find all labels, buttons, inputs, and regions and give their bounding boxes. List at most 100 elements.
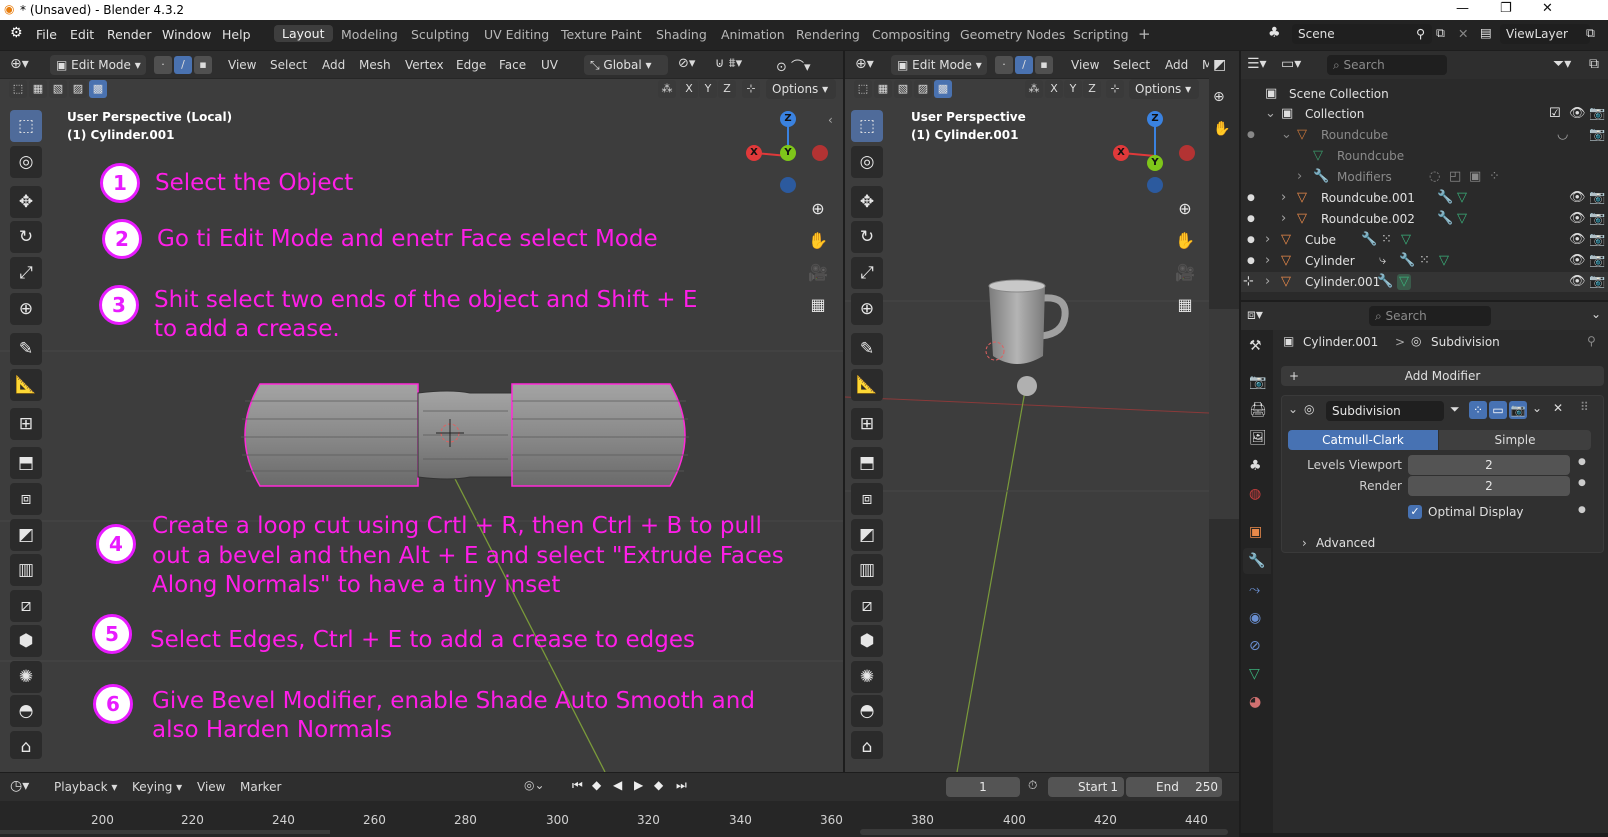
spin-tool-icon[interactable]: ✺: [10, 661, 42, 693]
visibility-eye-icon[interactable]: 👁: [1569, 253, 1586, 269]
tab-shading[interactable]: Shading: [656, 27, 707, 42]
filter-icon[interactable]: ⏷▾: [1553, 56, 1571, 72]
render-camera-icon[interactable]: 📷: [1589, 274, 1605, 290]
sidebar-tab-icon[interactable]: ◩: [1213, 57, 1226, 73]
blender-menu-icon[interactable]: ⚙: [10, 25, 23, 41]
render-camera-icon[interactable]: 📷: [1589, 253, 1605, 269]
right-measure-tool-icon[interactable]: 📐: [851, 369, 883, 401]
right-knife-tool-icon[interactable]: ⧄: [851, 590, 883, 622]
menu-file[interactable]: File: [36, 27, 57, 42]
bevel-tool-icon[interactable]: ◩: [10, 519, 42, 551]
timeline-menu-playback[interactable]: Playback ▾: [54, 780, 117, 794]
timeline-editor-icon[interactable]: ◷▾: [10, 778, 29, 794]
right-pan-hand-icon[interactable]: ✋: [1171, 227, 1199, 255]
tab-sculpting[interactable]: Sculpting: [411, 27, 469, 42]
simple-button[interactable]: Simple: [1439, 430, 1591, 450]
object-tab-icon[interactable]: ▣: [1249, 524, 1262, 540]
shear-tool-icon[interactable]: ⌂: [10, 731, 42, 759]
play-icon[interactable]: ▶: [634, 778, 643, 792]
tab-texture-paint[interactable]: Texture Paint: [561, 27, 642, 42]
zoom-icon[interactable]: ⊕: [804, 195, 832, 223]
pan-hand-icon[interactable]: ✋: [804, 227, 832, 255]
right-gizmo-y-axis[interactable]: Y: [1147, 155, 1163, 171]
end-frame-field[interactable]: End 250: [1126, 777, 1222, 797]
menu-window[interactable]: Window: [162, 27, 211, 42]
visibility-eye-icon[interactable]: 👁: [1569, 190, 1586, 206]
right-add-cube-tool-icon[interactable]: ⊞: [851, 408, 883, 440]
rotate-tool-icon[interactable]: ↻: [10, 221, 42, 253]
constraints-tab-icon[interactable]: ⊘: [1249, 638, 1261, 654]
collapse-arrow-icon[interactable]: ⌄: [1288, 402, 1298, 416]
view-layer-tab-icon[interactable]: 🖼: [1249, 430, 1267, 446]
right-smooth-tool-icon[interactable]: ◓: [851, 695, 883, 727]
right-cursor-tool-icon[interactable]: ◎: [851, 146, 883, 178]
poly-build-tool-icon[interactable]: ⬢: [10, 625, 42, 657]
properties-editor-icon[interactable]: ⧈▾: [1247, 307, 1263, 323]
strip-pan-icon[interactable]: ✋: [1213, 121, 1230, 137]
tab-modeling[interactable]: Modeling: [341, 27, 398, 42]
extrude-tool-icon[interactable]: ⬒: [10, 447, 42, 479]
optimal-display-checkbox[interactable]: ✓: [1408, 505, 1422, 519]
visibility-eye-icon[interactable]: 👁: [1569, 232, 1586, 248]
expand-arrow-icon[interactable]: ⌄: [1265, 106, 1276, 122]
right-spin-tool-icon[interactable]: ✺: [851, 661, 883, 693]
right-gizmo-neg-x-axis[interactable]: [1179, 145, 1195, 161]
right-3d-viewport[interactable]: ⊕▾ ▣ Edit Mode ▾ · / ▪ View Select Add M…: [845, 51, 1209, 772]
camera-view-icon[interactable]: 🎥: [804, 259, 832, 287]
catmull-clark-button[interactable]: Catmull-Clark: [1288, 430, 1438, 450]
right-select-tool-icon[interactable]: ⬚: [851, 110, 883, 142]
right-shear-tool-icon[interactable]: ⌂: [851, 731, 883, 759]
loop-cut-tool-icon[interactable]: ▥: [10, 554, 42, 586]
timeline-ruler[interactable]: 200 220 240 260 280 300 320 340 360 380 …: [0, 801, 1239, 837]
sidebar-toggle-icon[interactable]: ‹: [828, 113, 833, 127]
collapsed-arrow-icon[interactable]: ›: [1265, 253, 1270, 269]
render-tab-icon[interactable]: 📷: [1249, 374, 1266, 390]
collection-checkbox-icon[interactable]: ☑: [1549, 106, 1561, 122]
render-camera-icon[interactable]: 📷: [1589, 232, 1605, 248]
timeline-scrollbar[interactable]: [860, 829, 1228, 835]
right-camera-view-icon[interactable]: 🎥: [1171, 259, 1199, 287]
tab-compositing[interactable]: Compositing: [872, 27, 950, 42]
tab-layout[interactable]: Layout: [274, 25, 333, 42]
collapsed-arrow-icon[interactable]: ›: [1281, 211, 1286, 227]
edit-mode-cage-icon[interactable]: ⏷: [1450, 402, 1460, 417]
render-camera-icon[interactable]: 📷: [1589, 190, 1605, 206]
outliner-item-roundcube[interactable]: ● ⌄ ▽ Roundcube ◡ 📷: [1241, 125, 1608, 145]
visibility-eye-icon[interactable]: 👁: [1569, 211, 1586, 227]
jump-start-icon[interactable]: ⏮: [572, 778, 583, 793]
expand-arrow-icon[interactable]: ⌄: [1281, 127, 1292, 143]
outliner-item-roundcube-002[interactable]: ● › ▽ Roundcube.002 🔧 ▽ 👁 📷: [1241, 209, 1608, 229]
maximize-icon[interactable]: ❐: [1500, 1, 1512, 16]
inset-tool-icon[interactable]: ⧈: [10, 483, 42, 515]
edit-mode-toggle-icon[interactable]: ⁘: [1469, 401, 1487, 419]
auto-keying-icon[interactable]: ◎⌄: [524, 778, 545, 792]
add-modifier-button[interactable]: + Add Modifier: [1281, 366, 1604, 386]
timeline-menu-keying[interactable]: Keying ▾: [132, 780, 182, 794]
collapsed-arrow-icon[interactable]: ›: [1297, 169, 1302, 185]
world-tab-icon[interactable]: ◍: [1249, 486, 1261, 502]
tab-geometry-nodes[interactable]: Geometry Nodes: [960, 27, 1065, 42]
scale-tool-icon[interactable]: ⤢: [10, 257, 42, 289]
right-ortho-grid-icon[interactable]: ▦: [1171, 291, 1199, 319]
hidden-eye-icon[interactable]: ◡: [1557, 127, 1568, 143]
menu-help[interactable]: Help: [222, 27, 251, 42]
left-3d-viewport[interactable]: ⊕▾ ▣ Edit Mode ▾ · / ▪ View Select Add M…: [0, 51, 843, 772]
keyframe-dot-icon[interactable]: ●: [1578, 457, 1586, 467]
menu-edit[interactable]: Edit: [70, 27, 94, 42]
add-cube-tool-icon[interactable]: ⊞: [10, 408, 42, 440]
timeline-menu-marker[interactable]: Marker: [240, 780, 281, 794]
add-workspace-button[interactable]: +: [1138, 25, 1151, 43]
play-reverse-icon[interactable]: ◀: [613, 778, 622, 792]
scene-selector[interactable]: Scene: [1292, 24, 1432, 44]
right-extrude-tool-icon[interactable]: ⬒: [851, 447, 883, 479]
gizmo-z-axis[interactable]: Z: [780, 111, 796, 127]
view-layer-icon[interactable]: ▤: [1480, 25, 1492, 40]
outliner-scene-collection-row[interactable]: ▣ Scene Collection: [1241, 84, 1608, 104]
tab-uv-editing[interactable]: UV Editing: [484, 27, 549, 42]
render-toggle-icon[interactable]: 📷: [1509, 401, 1527, 419]
new-view-layer-icon[interactable]: ⧉: [1586, 25, 1595, 41]
close-icon[interactable]: ✕: [1542, 1, 1553, 16]
right-transform-tool-icon[interactable]: ⊕: [851, 293, 883, 325]
advanced-section-toggle[interactable]: Advanced: [1316, 536, 1375, 550]
right-annotate-tool-icon[interactable]: ✎: [851, 333, 883, 365]
